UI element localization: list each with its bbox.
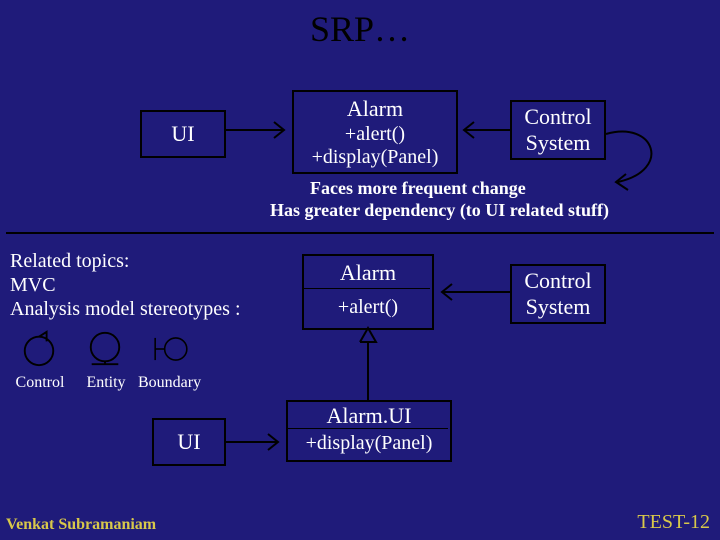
boundary-icon (152, 330, 190, 368)
note-line1: Faces more frequent change (310, 178, 526, 199)
arrow-alarmui-to-alarm (358, 328, 378, 400)
boundary-label: Boundary (138, 374, 198, 392)
top-control-l2: System (512, 130, 604, 156)
bottom-alarmui-sep (288, 428, 448, 429)
footer-page: TEST-12 (637, 511, 710, 534)
control-icon (20, 330, 58, 368)
related-l1: MVC (10, 274, 56, 297)
arrow-bottom-control-to-alarm (432, 282, 510, 302)
related-l2: Analysis model stereotypes : (10, 298, 241, 321)
arrow-ui-to-alarmui (224, 432, 286, 452)
arrow-ui-to-alarm (224, 120, 292, 140)
bottom-alarm-sep (304, 288, 430, 289)
bottom-alarmui-op: +display(Panel) (288, 431, 450, 459)
related-heading: Related topics: (10, 250, 129, 273)
slide-title: SRP… (0, 8, 720, 50)
control-label: Control (10, 374, 70, 392)
arrow-control-to-alarm (456, 120, 510, 140)
divider (6, 232, 714, 234)
top-ui-box: UI (140, 110, 226, 158)
note-line2: Has greater dependency (to UI related st… (270, 200, 609, 221)
bottom-alarm-name: Alarm (304, 258, 432, 292)
bottom-control-box: Control System (510, 264, 606, 324)
bottom-alarm-op: +alert() (304, 292, 432, 326)
entity-icon (86, 330, 124, 368)
top-alarm-box: Alarm +alert() +display(Panel) (292, 90, 458, 174)
top-alarm-name: Alarm (294, 95, 456, 123)
bottom-control-l2: System (512, 294, 604, 320)
top-alarm-op1: +alert() (294, 123, 456, 146)
top-control-box: Control System (510, 100, 606, 160)
bottom-control-l1: Control (512, 268, 604, 294)
bottom-alarmui-name: Alarm.UI (288, 403, 450, 431)
bottom-ui-label: UI (177, 429, 200, 455)
bottom-ui-box: UI (152, 418, 226, 466)
top-ui-label: UI (171, 121, 194, 147)
bottom-alarm-box: Alarm +alert() (302, 254, 434, 330)
top-control-l1: Control (512, 104, 604, 130)
footer-author: Venkat Subramaniam (6, 516, 156, 534)
annotation-curve-top (600, 110, 680, 190)
entity-label: Entity (76, 374, 136, 392)
top-alarm-op2: +display(Panel) (294, 146, 456, 169)
bottom-alarmui-box: Alarm.UI +display(Panel) (286, 400, 452, 462)
